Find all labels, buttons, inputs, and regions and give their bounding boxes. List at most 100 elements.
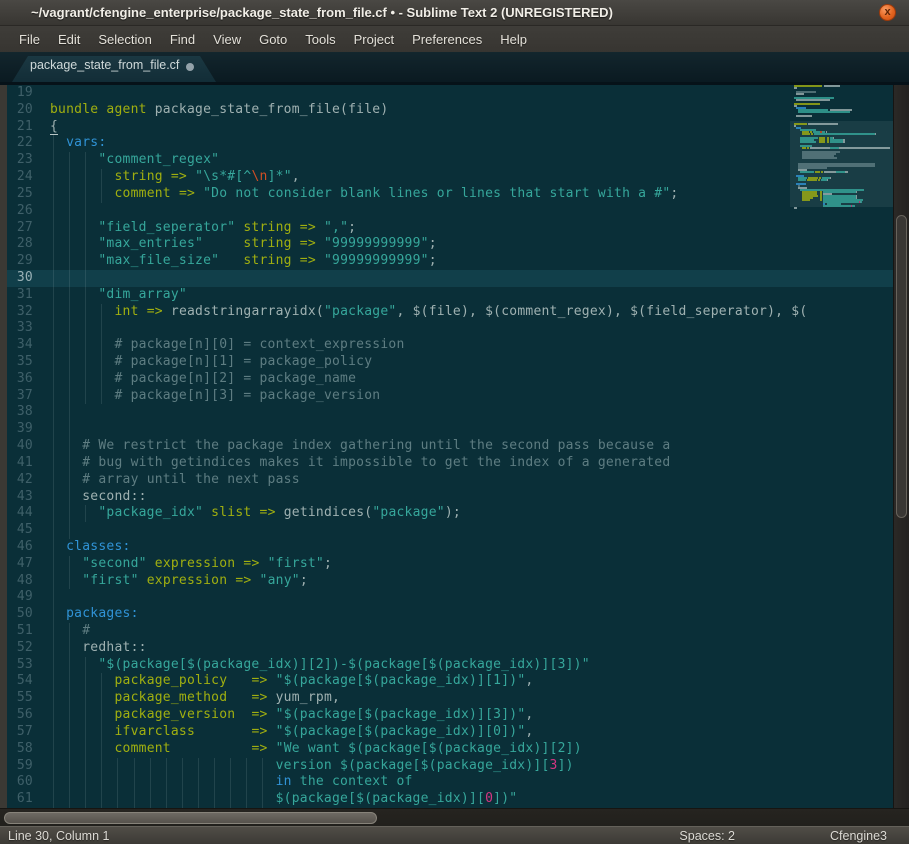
code-line-current[interactable]: 30 xyxy=(7,270,893,287)
code-line[interactable]: 60 in the context of xyxy=(7,774,893,791)
indent-guide xyxy=(69,152,70,169)
indent-guide xyxy=(69,421,70,438)
vertical-scrollbar-thumb[interactable] xyxy=(896,215,907,518)
minimap[interactable] xyxy=(790,85,893,385)
code-line[interactable]: 36 # package[n][2] = package_name xyxy=(7,371,893,388)
indent-guide xyxy=(101,186,102,203)
code-line[interactable]: 38 xyxy=(7,404,893,421)
code-line[interactable]: 56 package_version => "$(package[$(packa… xyxy=(7,707,893,724)
code-text: $(package[$(package_idx)][0])" xyxy=(33,791,517,808)
code-text: in the context of xyxy=(33,774,413,791)
code-line[interactable]: 23 "comment_regex" xyxy=(7,152,893,169)
indent-guide xyxy=(53,724,54,741)
code-text xyxy=(33,589,50,606)
code-line[interactable]: 33 xyxy=(7,320,893,337)
line-number: 33 xyxy=(7,320,33,337)
horizontal-scrollbar[interactable] xyxy=(0,808,909,826)
code-line[interactable]: 20bundle agent package_state_from_file(f… xyxy=(7,102,893,119)
code-line[interactable]: 27 "field_seperator" string => ","; xyxy=(7,220,893,237)
menu-item-view[interactable]: View xyxy=(204,29,250,50)
code-line[interactable]: 61 $(package[$(package_idx)][0])" xyxy=(7,791,893,808)
code-line[interactable]: 39 xyxy=(7,421,893,438)
editor-pane[interactable]: 1920bundle agent package_state_from_file… xyxy=(0,85,909,808)
code-line[interactable]: 35 # package[n][1] = package_policy xyxy=(7,354,893,371)
code-text: comment => "We want $(package[$(package_… xyxy=(33,741,582,758)
code-line[interactable]: 45 xyxy=(7,522,893,539)
indent-guide xyxy=(53,774,54,791)
horizontal-scrollbar-thumb[interactable] xyxy=(4,812,377,824)
code-line[interactable]: 41 # bug with getindices makes it imposs… xyxy=(7,455,893,472)
code-line[interactable]: 40 # We restrict the package index gathe… xyxy=(7,438,893,455)
code-line[interactable]: 37 # package[n][3] = package_version xyxy=(7,388,893,405)
minimap-line xyxy=(836,171,845,172)
code-line[interactable]: 34 # package[n][0] = context_expression xyxy=(7,337,893,354)
code-line[interactable]: 21{ xyxy=(7,119,893,136)
code-line[interactable]: 28 "max_entries" string => "99999999999"… xyxy=(7,236,893,253)
code-text: package_policy => "$(package[$(package_i… xyxy=(33,673,533,690)
indent-guide xyxy=(53,169,54,186)
status-indent-setting[interactable]: Spaces: 2 xyxy=(679,829,735,843)
vertical-scrollbar[interactable] xyxy=(893,85,909,808)
code-line[interactable]: 32 int => readstringarrayidx("package", … xyxy=(7,304,893,321)
code-line[interactable]: 43 second:: xyxy=(7,489,893,506)
code-line[interactable]: 57 ifvarclass => "$(package[$(package_id… xyxy=(7,724,893,741)
code-line[interactable]: 51 # xyxy=(7,623,893,640)
code-line[interactable]: 52 redhat:: xyxy=(7,640,893,657)
code-line[interactable]: 26 xyxy=(7,203,893,220)
code-text: { xyxy=(33,119,58,136)
status-syntax-mode[interactable]: Cfengine3 xyxy=(830,829,887,843)
indent-guide xyxy=(69,505,70,522)
menu-item-project[interactable]: Project xyxy=(345,29,403,50)
code-line[interactable]: 19 xyxy=(7,85,893,102)
code-line[interactable]: 42 # array until the next pass xyxy=(7,472,893,489)
indent-guide xyxy=(53,220,54,237)
indent-guide xyxy=(262,758,263,775)
code-line[interactable]: 25 comment => "Do not consider blank lin… xyxy=(7,186,893,203)
code-line[interactable]: 31 "dim_array" xyxy=(7,287,893,304)
indent-guide xyxy=(53,741,54,758)
code-line[interactable]: 55 package_method => yum_rpm, xyxy=(7,690,893,707)
code-text: "$(package[$(package_idx)][2])-$(package… xyxy=(33,657,590,674)
line-number: 49 xyxy=(7,589,33,606)
indent-guide xyxy=(53,640,54,657)
code-line[interactable]: 24 string => "\s*#[^\n]*", xyxy=(7,169,893,186)
code-line[interactable]: 29 "max_file_size" string => "9999999999… xyxy=(7,253,893,270)
menu-item-edit[interactable]: Edit xyxy=(49,29,89,50)
indent-guide xyxy=(117,758,118,775)
minimap-line xyxy=(810,147,830,148)
indent-guide xyxy=(69,573,70,590)
code-line[interactable]: 47 "second" expression => "first"; xyxy=(7,556,893,573)
code-line[interactable]: 53 "$(package[$(package_idx)][2])-$(pack… xyxy=(7,657,893,674)
menu-item-file[interactable]: File xyxy=(10,29,49,50)
indent-guide xyxy=(214,758,215,775)
indent-guide xyxy=(53,304,54,321)
menu-item-preferences[interactable]: Preferences xyxy=(403,29,491,50)
code-text: "comment_regex" xyxy=(33,152,219,169)
code-line[interactable]: 58 comment => "We want $(package[$(packa… xyxy=(7,741,893,758)
indent-guide xyxy=(69,791,70,808)
code-line[interactable]: 22 vars: xyxy=(7,135,893,152)
indent-guide xyxy=(101,388,102,405)
menu-item-goto[interactable]: Goto xyxy=(250,29,296,50)
code-line[interactable]: 50 packages: xyxy=(7,606,893,623)
tab-label[interactable]: package_state_from_file.cf xyxy=(30,58,179,72)
code-line[interactable]: 49 xyxy=(7,589,893,606)
code-line[interactable]: 59 version $(package[$(package_idx)][3]) xyxy=(7,758,893,775)
code-line[interactable]: 48 "first" expression => "any"; xyxy=(7,573,893,590)
line-number: 26 xyxy=(7,203,33,220)
indent-guide xyxy=(85,354,86,371)
code-text xyxy=(33,421,50,438)
line-number: 61 xyxy=(7,791,33,808)
code-area[interactable]: 1920bundle agent package_state_from_file… xyxy=(7,85,893,808)
code-line[interactable]: 44 "package_idx" slist => getindices("pa… xyxy=(7,505,893,522)
menu-item-find[interactable]: Find xyxy=(161,29,204,50)
code-line[interactable]: 46 classes: xyxy=(7,539,893,556)
indent-guide xyxy=(85,371,86,388)
close-button[interactable]: x xyxy=(879,4,896,21)
code-line[interactable]: 54 package_policy => "$(package[$(packag… xyxy=(7,673,893,690)
menu-item-selection[interactable]: Selection xyxy=(89,29,160,50)
indent-guide xyxy=(134,774,135,791)
indent-guide xyxy=(53,287,54,304)
menu-item-tools[interactable]: Tools xyxy=(296,29,344,50)
menu-item-help[interactable]: Help xyxy=(491,29,536,50)
